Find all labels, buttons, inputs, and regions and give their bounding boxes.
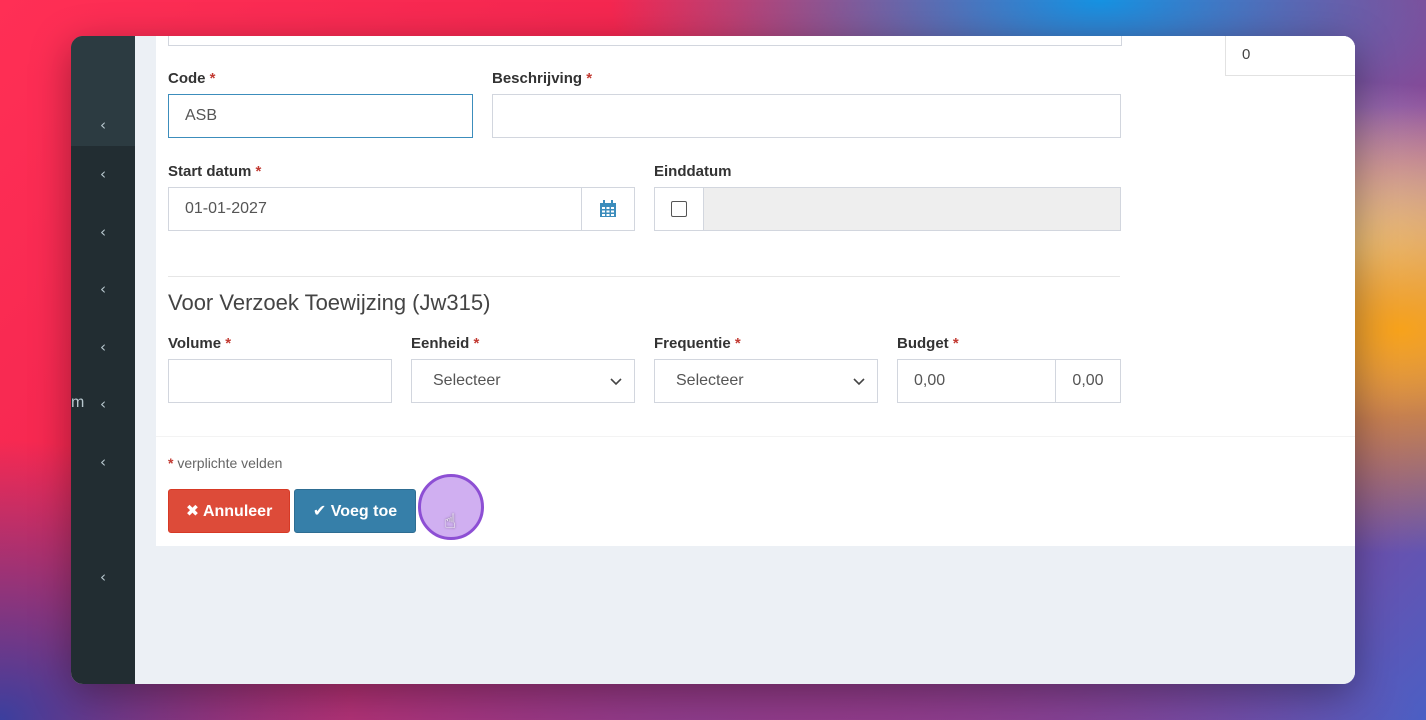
calendar-icon (600, 200, 616, 217)
einddatum-checkbox[interactable] (671, 201, 687, 217)
cancel-button-label: Annuleer (202, 503, 273, 520)
volume-input[interactable] (168, 359, 392, 403)
right-value: 0 (1242, 46, 1251, 63)
required-marker: * (734, 335, 741, 352)
sidebar-chevron-icon[interactable]: ‹ (71, 223, 135, 241)
beschrijving-label: Beschrijving * (492, 70, 592, 87)
form-panel: 0 Code * ASB Beschrijving * Start datum … (156, 36, 1355, 546)
budget-label-text: Budget (897, 335, 949, 352)
required-marker: * (209, 70, 216, 87)
frequentie-label-text: Frequentie (654, 335, 731, 352)
section-title: Voor Verzoek Toewijzing (Jw315) (168, 290, 491, 315)
section-divider (168, 276, 1120, 277)
app-window: ‹ ‹ ‹ ‹ ‹ m ‹ ‹ ‹ 0 Code * ASB Beschrijv… (71, 36, 1355, 684)
cancel-button[interactable]: ✖ Annuleer (168, 489, 290, 533)
einddatum-input (703, 187, 1121, 231)
add-button[interactable]: ✔ Voeg toe (294, 489, 416, 533)
required-marker: * (255, 163, 262, 180)
einddatum-label: Einddatum (654, 163, 732, 180)
sidebar-chevron-icon[interactable]: ‹ (71, 395, 135, 413)
start-datum-label: Start datum * (168, 163, 261, 180)
volume-label: Volume * (168, 335, 231, 352)
required-marker: * (473, 335, 480, 352)
add-button-label: Voeg toe (330, 503, 398, 520)
calendar-button[interactable] (581, 187, 635, 231)
frequentie-selected: Selecteer (676, 372, 744, 389)
required-marker: * (168, 455, 174, 471)
sidebar-chevron-icon[interactable]: ‹ (71, 165, 135, 183)
right-value-field[interactable]: 0 (1225, 36, 1355, 76)
start-datum-input[interactable]: 01-01-2027 (168, 187, 582, 231)
sidebar: ‹ ‹ ‹ ‹ ‹ m ‹ ‹ ‹ (71, 36, 135, 684)
code-label-text: Code (168, 70, 206, 87)
frequentie-select[interactable]: Selecteer (654, 359, 878, 403)
frequentie-label: Frequentie * (654, 335, 741, 352)
sidebar-chevron-icon[interactable]: ‹ (71, 453, 135, 471)
check-icon: ✔ (312, 503, 327, 520)
eenheid-selected: Selecteer (433, 372, 501, 389)
sidebar-chevron-icon[interactable]: ‹ (71, 338, 135, 356)
main-content: 0 Code * ASB Beschrijving * Start datum … (135, 36, 1355, 684)
required-marker: * (952, 335, 959, 352)
budget-input[interactable]: 0,00 (897, 359, 1056, 403)
budget-label: Budget * (897, 335, 959, 352)
pointer-hand-icon: ☝ (444, 509, 457, 533)
eenheid-label-text: Eenheid (411, 335, 470, 352)
required-marker: * (586, 70, 593, 87)
chevron-down-icon (853, 378, 865, 386)
previous-input[interactable] (168, 36, 1122, 46)
required-note-text: verplichte velden (177, 455, 283, 471)
einddatum-checkbox-addon (654, 187, 704, 231)
chevron-down-icon (610, 378, 622, 386)
volume-label-text: Volume (168, 335, 222, 352)
close-icon: ✖ (185, 503, 200, 520)
beschrijving-input[interactable] (492, 94, 1121, 138)
eenheid-select[interactable]: Selecteer (411, 359, 635, 403)
beschrijving-label-text: Beschrijving (492, 70, 583, 87)
budget-addon: 0,00 (1055, 359, 1121, 403)
required-marker: * (225, 335, 232, 352)
sidebar-chevron-icon[interactable]: ‹ (71, 116, 135, 134)
sidebar-chevron-icon[interactable]: ‹ (71, 568, 135, 586)
code-input[interactable]: ASB (168, 94, 473, 138)
required-note: * verplichte velden (168, 455, 282, 471)
sidebar-chevron-icon[interactable]: ‹ (71, 280, 135, 298)
start-datum-label-text: Start datum (168, 163, 252, 180)
eenheid-label: Eenheid * (411, 335, 479, 352)
einddatum-label-text: Einddatum (654, 163, 732, 180)
code-label: Code * (168, 70, 216, 87)
